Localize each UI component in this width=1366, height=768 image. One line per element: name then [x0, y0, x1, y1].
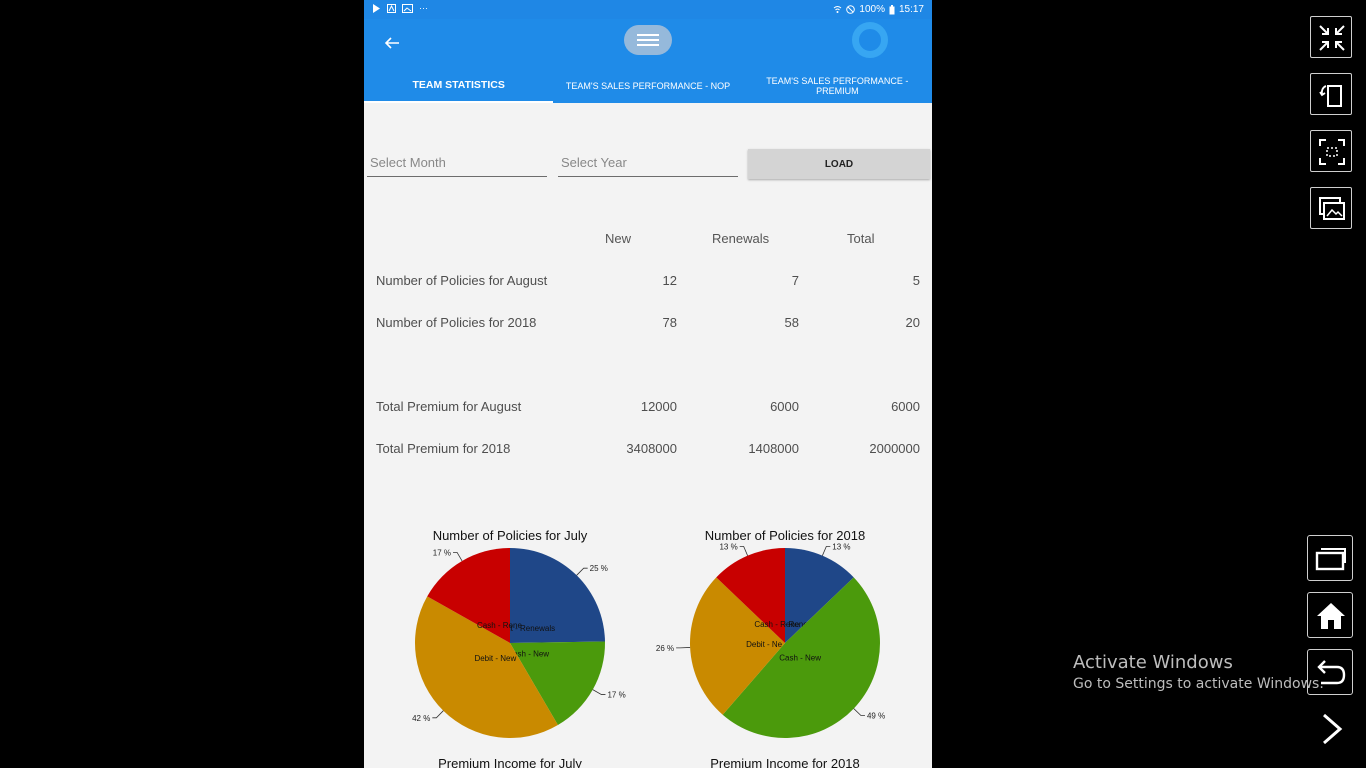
- row-value-new: 3408000: [626, 441, 677, 456]
- status-bar: ··· 100% 15:17: [364, 0, 932, 19]
- row-value-renewals: 1408000: [748, 441, 799, 456]
- slice-value-label: 13 %: [832, 542, 850, 551]
- watermark-title: Activate Windows: [1073, 652, 1233, 673]
- do-not-disturb-icon: [846, 5, 856, 14]
- leader-line: [853, 708, 865, 716]
- load-button[interactable]: LOAD: [748, 149, 930, 179]
- arrow-left-icon[interactable]: [380, 31, 404, 55]
- tab-bar: TEAM STATISTICS TEAM'S SALES PERFORMANCE…: [364, 69, 932, 103]
- leader-line: [432, 710, 444, 719]
- rotate-icon: [1319, 85, 1342, 107]
- slice-value-label: 17 %: [607, 691, 625, 700]
- leader-line: [453, 551, 463, 562]
- slice-value-label: 13 %: [719, 542, 737, 551]
- battery-percent: 100%: [859, 4, 885, 15]
- leader-line: [822, 546, 831, 556]
- tab-sales-performance-premium[interactable]: TEAM'S SALES PERFORMANCE - PREMIUM: [743, 69, 932, 103]
- slice-value-label: 26 %: [656, 644, 674, 653]
- recent-apps-icon: [1315, 548, 1346, 571]
- status-right: 100% 15:17: [833, 4, 924, 15]
- column-header-total: Total: [847, 231, 875, 246]
- table-row: Total Premium for 2018 3408000 1408000 2…: [376, 441, 920, 457]
- leader-line: [576, 567, 588, 576]
- more-notifications-icon: ···: [419, 3, 428, 13]
- chart-title-july: Number of Policies for July: [432, 528, 588, 543]
- row-value-total: 6000: [891, 399, 920, 414]
- watermark-subtitle: Go to Settings to activate Windows.: [1073, 676, 1324, 692]
- slice-value-label: 17 %: [433, 548, 451, 557]
- tab-sales-performance-nop[interactable]: TEAM'S SALES PERFORMANCE - NOP: [553, 69, 742, 103]
- chart-title-premium-july: Premium Income for July: [438, 756, 582, 768]
- table-row: Total Premium for August 12000 6000 6000: [376, 399, 920, 415]
- select-month-field[interactable]: Select Month: [367, 155, 547, 177]
- table-row: Number of Policies for August 12 7 5: [376, 273, 920, 289]
- row-value-new: 12000: [640, 399, 677, 414]
- next-icon[interactable]: [1318, 712, 1346, 746]
- play-store-icon: [373, 4, 380, 13]
- exit-fullscreen-icon: [1319, 25, 1345, 51]
- slice-category-label: Debit - Ne: [746, 640, 783, 649]
- row-value-total: 5: [912, 273, 920, 288]
- slice-category-label: Cash - Rene: [477, 621, 522, 630]
- row-label: Total Premium for 2018: [376, 441, 511, 456]
- app-notification-icon: [387, 4, 396, 13]
- battery-icon: [889, 4, 895, 14]
- row-value-total: 20: [905, 315, 920, 330]
- slice-value-label: 49 %: [867, 711, 885, 720]
- recent-apps-button[interactable]: [1307, 535, 1353, 581]
- row-value-renewals: 58: [784, 315, 799, 330]
- row-value-total: 2000000: [869, 441, 920, 456]
- loading-spinner-icon: [852, 22, 888, 58]
- statistics-content: Select Month Select Year LOAD New Renewa…: [364, 103, 932, 768]
- row-label: Total Premium for August: [376, 399, 522, 414]
- pie-chart-july: 25 %Debit - Renewals17 %Cash - New42 %De…: [412, 548, 626, 738]
- column-header-renewals: Renewals: [712, 231, 770, 246]
- slice-category-label: Cash - Rene: [754, 620, 799, 629]
- app-bar: TEAM STATISTICS TEAM'S SALES PERFORMANCE…: [364, 19, 932, 103]
- home-icon: [1317, 603, 1345, 629]
- wifi-icon: [834, 6, 842, 13]
- clock: 15:17: [898, 4, 924, 15]
- activate-windows-watermark: Activate Windows Go to Settings to activ…: [1073, 652, 1324, 692]
- tab-team-statistics[interactable]: TEAM STATISTICS: [364, 69, 554, 103]
- emulator-window: ··· 100% 15:17 TEAM STATISTICS TEAM'S SA…: [0, 0, 1366, 768]
- slice-value-label: 25 %: [590, 564, 608, 573]
- row-value-renewals: 7: [791, 273, 799, 288]
- row-label: Number of Policies for August: [376, 273, 548, 288]
- chart-title-2018: Number of Policies for 2018: [704, 528, 866, 543]
- image-notification-icon: [402, 4, 413, 13]
- status-notification-icons: ···: [372, 4, 428, 13]
- leader-line: [739, 546, 748, 556]
- slice-category-label: Cash - New: [779, 653, 821, 662]
- screenshot-icon: [1319, 139, 1345, 165]
- row-value-new: 78: [662, 315, 677, 330]
- exit-fullscreen-button[interactable]: [1310, 16, 1352, 58]
- phone-screen: ··· 100% 15:17 TEAM STATISTICS TEAM'S SA…: [364, 0, 932, 768]
- chart-title-premium-2018: Premium Income for 2018: [710, 756, 860, 768]
- select-year-field[interactable]: Select Year: [558, 155, 738, 177]
- row-label: Number of Policies for 2018: [376, 315, 537, 330]
- menu-handle-icon[interactable]: [624, 25, 672, 55]
- leader-line: [592, 689, 606, 695]
- row-value-renewals: 6000: [770, 399, 799, 414]
- slice-category-label: Debit - New: [474, 654, 516, 663]
- slice-value-label: 42 %: [412, 714, 430, 723]
- table-row: Number of Policies for 2018 78 58 20: [376, 315, 920, 331]
- gallery-icon: [1319, 197, 1345, 220]
- screenshot-button[interactable]: [1310, 130, 1352, 172]
- pie-chart-2018: 13 %Debit - Renewals49 %Cash - New26 % De…: [656, 542, 885, 738]
- column-header-new: New: [605, 231, 632, 246]
- gallery-button[interactable]: [1310, 187, 1352, 229]
- home-button[interactable]: [1307, 592, 1353, 638]
- rotate-button[interactable]: [1310, 73, 1352, 115]
- row-value-new: 12: [662, 273, 677, 288]
